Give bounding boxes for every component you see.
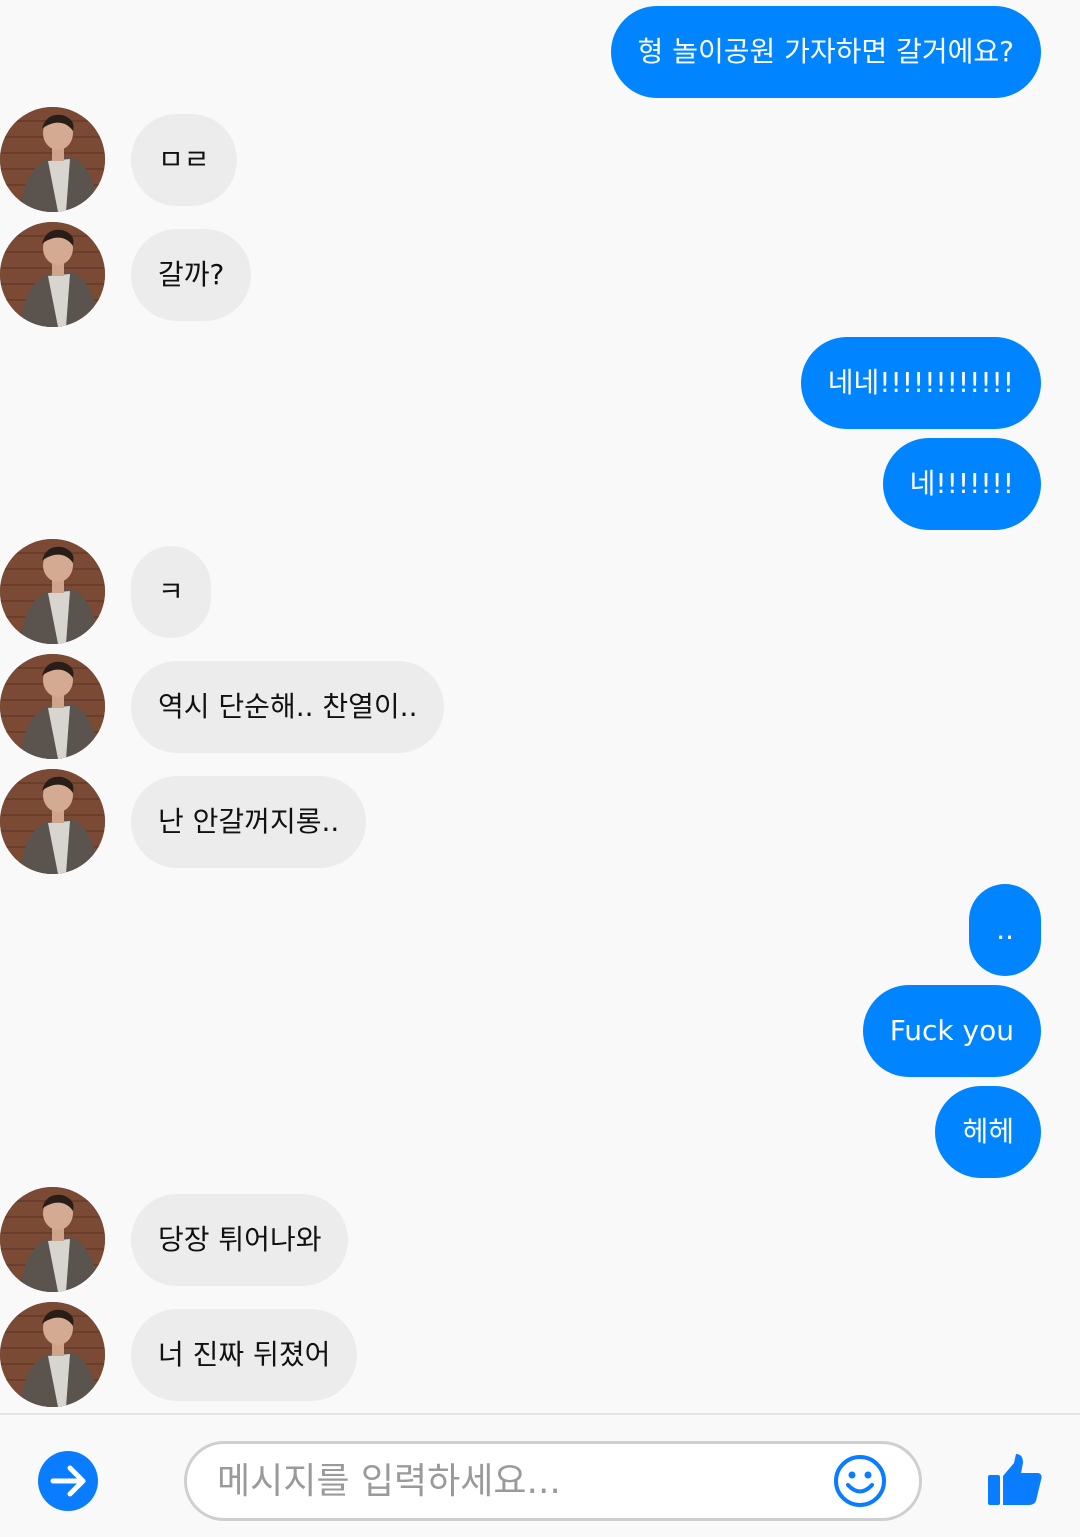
arrow-right-icon (50, 1465, 86, 1497)
send-button[interactable] (38, 1451, 98, 1511)
contact-avatar[interactable] (0, 107, 105, 212)
contact-photo (0, 1187, 105, 1292)
message-input-box[interactable] (184, 1441, 922, 1521)
contact-photo (0, 107, 105, 212)
incoming-message[interactable]: 갈까? (131, 229, 252, 321)
message-input[interactable] (217, 1452, 817, 1510)
contact-photo (0, 539, 105, 644)
contact-avatar[interactable] (0, 654, 105, 759)
contact-photo (0, 654, 105, 759)
contact-photo (0, 222, 105, 327)
outgoing-message[interactable]: 네네!!!!!!!!!!!! (800, 337, 1041, 429)
incoming-message[interactable]: 당장 튀어나와 (131, 1194, 349, 1286)
outgoing-message[interactable]: 형 놀이공원 가자하면 갈거에요? (610, 6, 1041, 98)
outgoing-message[interactable]: 헤헤 (935, 1086, 1041, 1178)
incoming-message[interactable]: 난 안갈꺼지롱.. (131, 776, 367, 868)
incoming-message[interactable]: 역시 단순해.. 찬열이.. (131, 661, 445, 753)
incoming-message[interactable]: ㅁㄹ (131, 114, 237, 206)
contact-avatar[interactable] (0, 222, 105, 327)
message-composer (0, 1413, 1080, 1537)
outgoing-message[interactable]: Fuck you (862, 985, 1041, 1077)
emoji-button[interactable] (831, 1452, 889, 1510)
incoming-message[interactable]: 너 진짜 뒤졌어 (131, 1309, 358, 1401)
smiley-icon (834, 1455, 886, 1507)
message-thread: 형 놀이공원 가자하면 갈거에요? ㅁㄹ 갈까? 네네!!!!!!!!!!!! … (0, 0, 1080, 1413)
outgoing-message[interactable]: .. (969, 884, 1041, 976)
contact-avatar[interactable] (0, 539, 105, 644)
contact-photo (0, 1302, 105, 1407)
contact-photo (0, 769, 105, 874)
contact-avatar[interactable] (0, 1302, 105, 1407)
incoming-message[interactable]: ㅋ (131, 546, 211, 638)
contact-avatar[interactable] (0, 1187, 105, 1292)
contact-avatar[interactable] (0, 769, 105, 874)
like-button[interactable] (986, 1451, 1044, 1509)
outgoing-message[interactable]: 네!!!!!!! (882, 438, 1041, 530)
thumbs-up-icon (988, 1454, 1042, 1505)
